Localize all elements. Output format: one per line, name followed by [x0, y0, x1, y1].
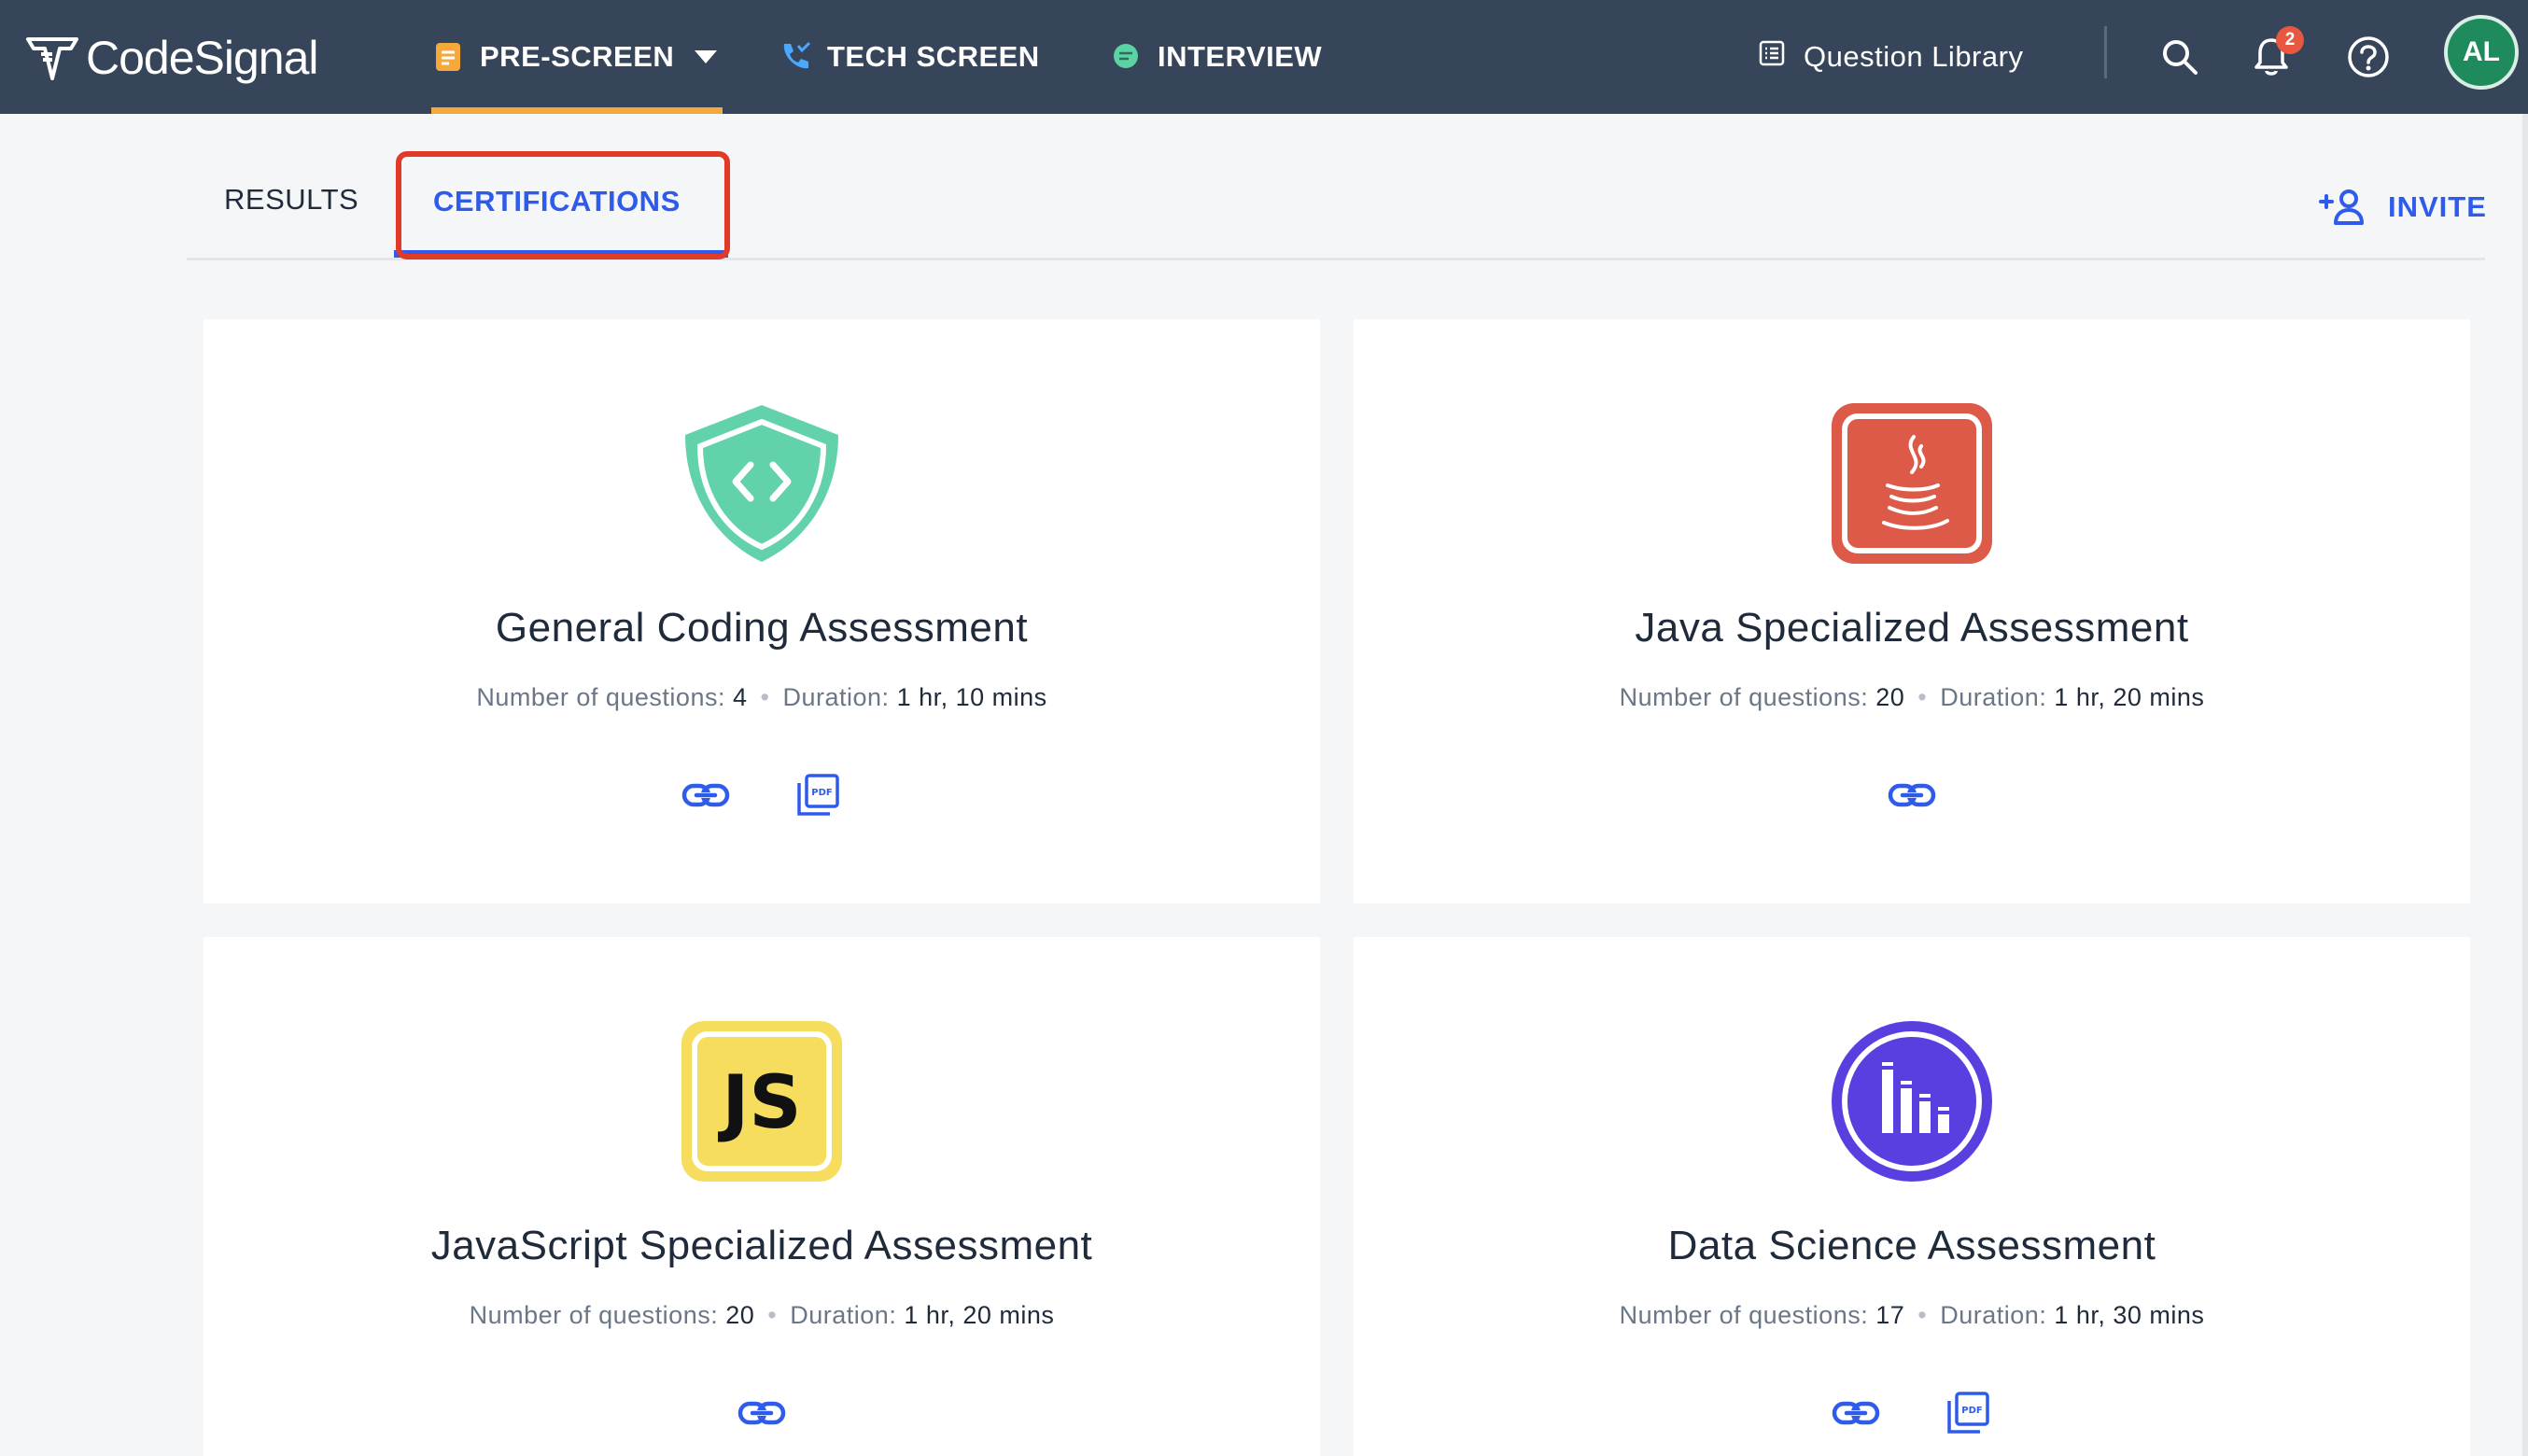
question-library-link[interactable]: Question Library — [1759, 0, 2023, 114]
questions-value: 4 — [732, 683, 748, 711]
brand-name: CodeSignal — [86, 32, 319, 84]
tab-results[interactable]: RESULTS — [224, 183, 358, 230]
duration-value: 1 hr, 20 mins — [904, 1301, 1055, 1329]
link-icon — [1832, 1401, 1880, 1425]
nav-interview-label: INTERVIEW — [1158, 40, 1323, 73]
questions-label: Number of questions: — [1619, 683, 1869, 711]
download-pdf-button[interactable]: PDF — [1940, 1385, 1996, 1441]
nav-divider — [2104, 26, 2107, 78]
nav-interview[interactable]: INTERVIEW — [1109, 0, 1322, 114]
search-button[interactable] — [2147, 24, 2212, 90]
top-nav-bar: CodeSignal PRE-SCREEN TECH SCREEN INTERV… — [0, 0, 2528, 114]
nav-pre-screen[interactable]: PRE-SCREEN — [431, 0, 723, 114]
card-title: Data Science Assessment — [1667, 1223, 2156, 1268]
assessment-card[interactable]: JS JavaScript Specialized Assessment Num… — [204, 937, 1320, 1456]
data-science-icon — [1828, 1017, 1996, 1185]
separator-dot: • — [767, 1301, 778, 1329]
copy-link-button[interactable] — [1884, 767, 1940, 823]
highlight-annotation-box — [396, 151, 730, 259]
help-icon — [2348, 36, 2389, 77]
shield-code-icon — [678, 399, 846, 567]
javascript-icon: JS — [678, 1017, 846, 1185]
codesignal-logo-icon — [26, 37, 78, 80]
duration-value: 1 hr, 20 mins — [2054, 683, 2205, 711]
assessment-card[interactable]: Data Science Assessment Number of questi… — [1354, 937, 2470, 1456]
questions-label: Number of questions: — [476, 683, 725, 711]
questions-value: 20 — [725, 1301, 755, 1329]
codesignal-logo[interactable]: CodeSignal — [24, 21, 319, 95]
duration-label: Duration: — [782, 683, 890, 711]
invite-button[interactable]: INVITE — [2319, 183, 2487, 231]
pdf-icon: PDF — [797, 774, 839, 816]
separator-dot: • — [1917, 1301, 1928, 1329]
questions-label: Number of questions: — [469, 1301, 719, 1329]
chevron-down-icon — [689, 40, 723, 74]
nav-tech-screen-label: TECH SCREEN — [827, 40, 1040, 73]
add-person-icon — [2319, 189, 2364, 225]
chat-bubble-icon — [1109, 40, 1143, 74]
card-meta: Number of questions: 4 • Duration: 1 hr,… — [204, 683, 1320, 712]
questions-value: 17 — [1875, 1301, 1905, 1329]
copy-link-button[interactable] — [1828, 1385, 1884, 1441]
nav-tech-screen[interactable]: TECH SCREEN — [779, 0, 1040, 114]
help-button[interactable] — [2336, 24, 2401, 90]
nav-active-indicator — [431, 107, 723, 114]
duration-label: Duration: — [790, 1301, 897, 1329]
separator-dot: • — [1917, 683, 1928, 711]
card-meta: Number of questions: 20 • Duration: 1 hr… — [204, 1301, 1320, 1330]
card-title: General Coding Assessment — [495, 605, 1029, 651]
assessment-card[interactable]: General Coding Assessment Number of ques… — [204, 319, 1320, 903]
question-library-label: Question Library — [1804, 40, 2024, 73]
copy-link-button[interactable] — [734, 1385, 790, 1441]
window-edge — [2522, 114, 2528, 1456]
link-icon — [1888, 783, 1936, 807]
pre-screen-icon — [431, 40, 465, 74]
nav-pre-screen-label: PRE-SCREEN — [480, 40, 675, 73]
phone-icon — [779, 40, 812, 74]
questions-label: Number of questions: — [1619, 1301, 1869, 1329]
duration-label: Duration: — [1940, 683, 2047, 711]
card-actions — [1354, 767, 2470, 823]
pdf-icon: PDF — [1947, 1392, 1989, 1434]
notifications-button[interactable]: 2 — [2239, 24, 2304, 90]
pdf-icon-label: PDF — [1961, 1406, 1982, 1416]
assessment-card[interactable]: Java Specialized Assessment Number of qu… — [1354, 319, 2470, 903]
questions-value: 20 — [1875, 683, 1905, 711]
pdf-icon-label: PDF — [811, 788, 832, 798]
duration-label: Duration: — [1940, 1301, 2047, 1329]
card-actions: PDF — [204, 767, 1320, 823]
link-icon — [681, 783, 730, 807]
card-title: Java Specialized Assessment — [1635, 605, 2189, 651]
separator-dot: • — [760, 683, 770, 711]
invite-label: INVITE — [2388, 190, 2487, 223]
link-icon — [737, 1401, 786, 1425]
duration-value: 1 hr, 10 mins — [896, 683, 1047, 711]
card-meta: Number of questions: 20 • Duration: 1 hr… — [1354, 683, 2470, 712]
duration-value: 1 hr, 30 mins — [2054, 1301, 2205, 1329]
card-actions: PDF — [1354, 1385, 2470, 1441]
card-title: JavaScript Specialized Assessment — [430, 1223, 1093, 1268]
list-icon — [1759, 40, 1785, 74]
java-icon — [1828, 399, 1996, 567]
card-actions — [204, 1385, 1320, 1441]
javascript-icon-label: JS — [717, 1061, 801, 1145]
card-meta: Number of questions: 17 • Duration: 1 hr… — [1354, 1301, 2470, 1330]
search-icon — [2163, 40, 2198, 75]
user-avatar[interactable]: AL — [2444, 15, 2519, 90]
download-pdf-button[interactable]: PDF — [790, 767, 846, 823]
notification-badge: 2 — [2276, 26, 2304, 54]
copy-link-button[interactable] — [678, 767, 734, 823]
